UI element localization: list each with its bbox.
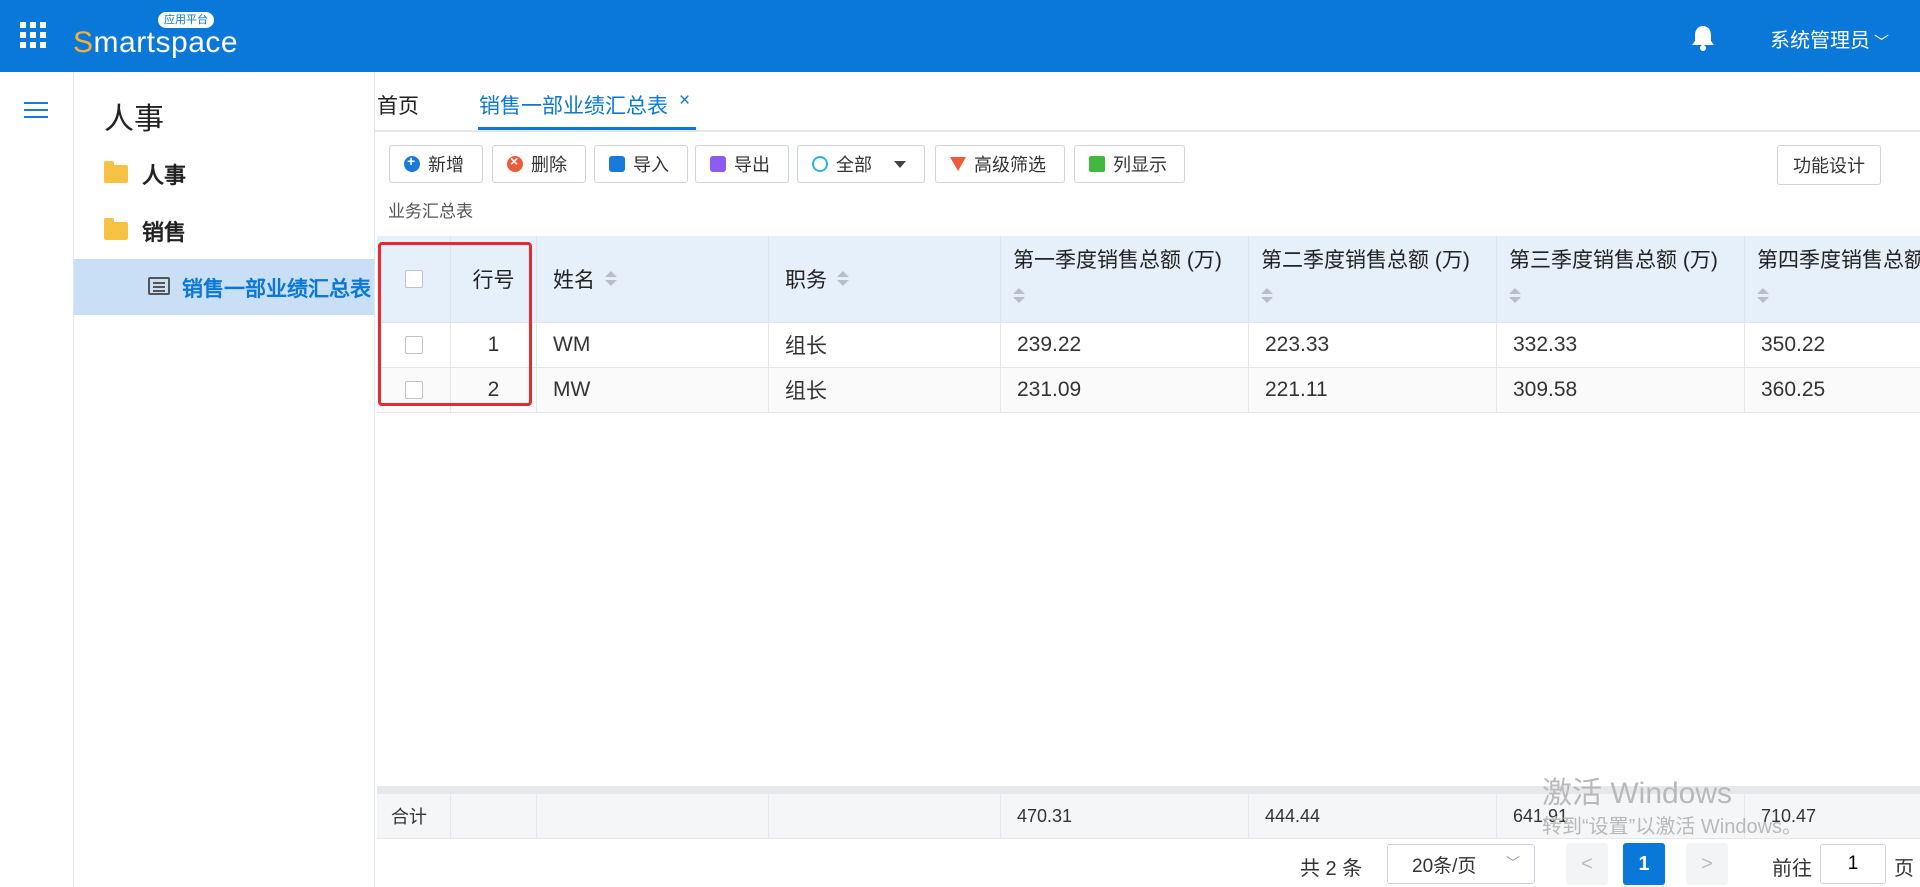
next-page-button[interactable]: > — [1686, 843, 1728, 885]
user-menu[interactable]: 系统管理员 ﹀ — [1770, 24, 1889, 53]
logo-badge: 应用平台 — [158, 12, 214, 28]
tab-sales-summary[interactable]: 销售一部业绩汇总表 — [479, 90, 668, 120]
chevron-down-icon: ﹀ — [1506, 855, 1520, 871]
columns-icon — [1089, 156, 1105, 172]
page-suffix: 页 — [1894, 858, 1914, 880]
tab-bar: 首页 销售一部业绩汇总表 × — [375, 72, 1920, 132]
row-checkbox[interactable] — [404, 381, 423, 399]
menu-icon[interactable] — [24, 102, 48, 120]
prev-page-button[interactable]: < — [1566, 843, 1608, 885]
column-display-button[interactable]: 列显示 — [1074, 145, 1185, 183]
row-select-cell — [377, 368, 451, 412]
cell-q3: 332.33 — [1497, 323, 1745, 367]
sum-label: 合计 — [377, 794, 451, 838]
sidebar-item-hr[interactable]: 人事 — [104, 158, 186, 190]
bell-icon[interactable] — [1690, 24, 1716, 52]
page-size-select[interactable]: 20条/页 ﹀ — [1387, 844, 1535, 884]
cell-q1: 239.22 — [1001, 323, 1249, 367]
export-icon — [710, 156, 726, 172]
chevron-down-icon: ﹀ — [1874, 34, 1890, 51]
folder-icon — [104, 161, 128, 183]
import-button[interactable]: 导入 — [594, 145, 688, 183]
goto-page-input[interactable] — [1820, 844, 1886, 884]
col-row-number: 行号 — [451, 236, 537, 322]
sum-q2: 444.44 — [1249, 794, 1497, 838]
export-button[interactable]: 导出 — [695, 145, 789, 183]
folder-open-icon — [104, 218, 128, 240]
cell-position: 组长 — [769, 323, 1001, 367]
sidebar: 人事 人事 销售 销售一部业绩汇总表 — [74, 72, 375, 887]
sort-icon[interactable] — [1261, 288, 1273, 304]
top-bar: Smartspace 应用平台 系统管理员 ﹀ — [0, 0, 1920, 72]
cell-q1: 231.09 — [1001, 368, 1249, 412]
col-position[interactable]: 职务 — [769, 236, 1001, 322]
sidebar-item-sales-summary[interactable]: 销售一部业绩汇总表 — [74, 259, 374, 315]
table-header: 行号 姓名 职务 第一季度销售总额 (万) 第二季度销售总额 (万) 第三季度销… — [377, 236, 1920, 323]
filter-icon — [950, 157, 966, 171]
tab-home[interactable]: 首页 — [377, 90, 419, 120]
caret-down-icon — [894, 160, 906, 168]
table-subtitle: 业务汇总表 — [388, 202, 473, 221]
cell-q4: 350.22 — [1761, 333, 1826, 356]
table-row[interactable]: 1 WM 组长 239.22 223.33 332.33 350.22 — [377, 323, 1920, 368]
import-icon — [609, 156, 625, 172]
windows-watermark-title: 激活 Windows — [1542, 777, 1733, 810]
sort-icon[interactable] — [1509, 288, 1521, 304]
col-name[interactable]: 姓名 — [537, 236, 769, 322]
sort-icon[interactable] — [605, 271, 617, 287]
windows-watermark-text: 转到“设置”以激活 Windows。 — [1542, 816, 1803, 838]
function-design-button[interactable]: 功能设计 — [1777, 145, 1881, 185]
delete-button[interactable]: 删除 — [492, 145, 586, 183]
sidebar-item-sales[interactable]: 销售 — [104, 215, 186, 247]
row-select-cell — [377, 323, 451, 367]
row-number: 2 — [451, 368, 537, 412]
col-q3[interactable]: 第三季度销售总额 (万) — [1497, 236, 1745, 322]
active-tab-indicator — [478, 127, 696, 130]
col-q1[interactable]: 第一季度销售总额 (万) — [1001, 236, 1249, 322]
cell-name: MW — [537, 368, 769, 412]
app-logo: Smartspace — [73, 26, 239, 59]
cell-q4: 360.25 — [1761, 378, 1826, 401]
cell-name: WM — [537, 323, 769, 367]
current-page[interactable]: 1 — [1623, 843, 1665, 885]
cell-q3: 309.58 — [1497, 368, 1745, 412]
goto-label: 前往 — [1772, 858, 1812, 880]
sum-empty — [451, 794, 537, 838]
sort-icon[interactable] — [1013, 288, 1025, 304]
cell-q2: 223.33 — [1249, 323, 1497, 367]
sidebar-title: 人事 — [104, 103, 164, 136]
total-count: 共 2 条 — [1300, 858, 1363, 880]
col-q4[interactable]: 第四季度销售总额 — [1745, 236, 1920, 322]
sum-empty — [769, 794, 1001, 838]
select-all-cell — [377, 236, 451, 322]
select-all-checkbox[interactable] — [404, 270, 423, 288]
row-checkbox[interactable] — [404, 336, 423, 354]
add-icon — [404, 153, 420, 172]
table-row[interactable]: 2 MW 组长 231.09 221.11 309.58 360.25 — [377, 368, 1920, 413]
close-icon[interactable]: × — [679, 90, 690, 112]
delete-icon — [507, 153, 523, 172]
col-q2[interactable]: 第二季度销售总额 (万) — [1249, 236, 1497, 322]
scope-dropdown[interactable]: 全部 — [797, 145, 925, 183]
list-icon — [148, 277, 170, 295]
sum-q1: 470.31 — [1001, 794, 1249, 838]
sort-icon[interactable] — [1757, 288, 1769, 304]
sort-icon[interactable] — [837, 271, 849, 287]
grid-dots-icon — [812, 156, 828, 172]
row-number: 1 — [451, 323, 537, 367]
sum-empty — [537, 794, 769, 838]
nav-rail — [0, 72, 74, 887]
cell-q2: 221.11 — [1249, 368, 1497, 412]
add-button[interactable]: 新增 — [389, 145, 483, 183]
app-grid-icon[interactable] — [20, 22, 50, 52]
advanced-filter-button[interactable]: 高级筛选 — [935, 145, 1065, 183]
cell-position: 组长 — [769, 368, 1001, 412]
